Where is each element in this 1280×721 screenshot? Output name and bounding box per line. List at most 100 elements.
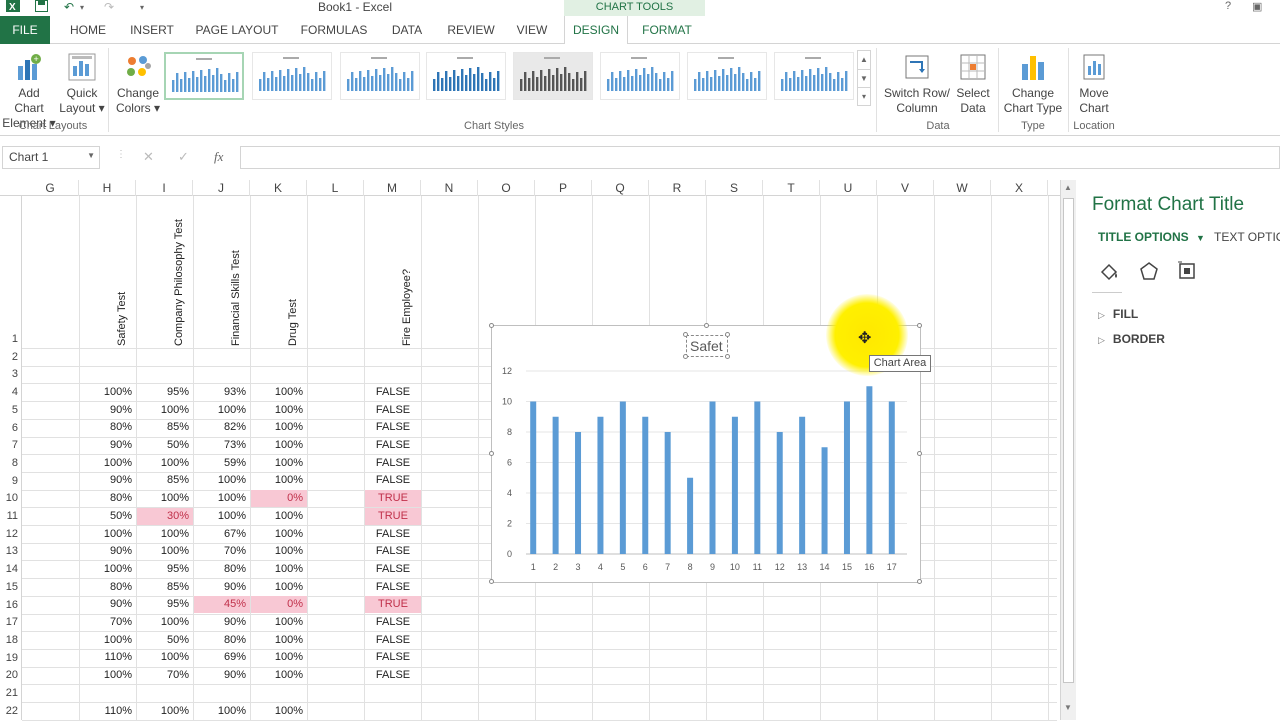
tab-home[interactable]: HOME (62, 16, 114, 44)
row-header-5[interactable]: 5 (0, 404, 20, 416)
row-header-6[interactable]: 6 (0, 422, 20, 434)
row-header-2[interactable]: 2 (0, 351, 20, 363)
cell-h12[interactable]: 100% (80, 526, 136, 543)
header-cell-j[interactable]: Financial Skills Test (230, 200, 242, 346)
cell-j13[interactable]: 70% (194, 543, 250, 560)
cell-j18[interactable]: 80% (194, 632, 250, 649)
cell-h7[interactable]: 90% (80, 437, 136, 454)
cell-j10[interactable]: 100% (194, 490, 250, 507)
cell-h8[interactable]: 100% (80, 455, 136, 472)
cell-m5[interactable]: FALSE (365, 402, 421, 419)
formula-input[interactable] (240, 146, 1280, 169)
tab-file[interactable]: FILE (0, 16, 50, 44)
cell-j16[interactable]: 45% (194, 596, 250, 614)
cell-k4[interactable]: 100% (251, 384, 307, 401)
header-cell-k[interactable]: Drug Test (287, 200, 299, 346)
cell-h13[interactable]: 90% (80, 543, 136, 560)
tab-page-layout[interactable]: PAGE LAYOUT (192, 16, 282, 44)
cell-k19[interactable]: 100% (251, 649, 307, 666)
cell-k14[interactable]: 100% (251, 561, 307, 578)
chart-bar[interactable] (799, 416, 806, 554)
row-header-21[interactable]: 21 (0, 687, 20, 699)
cell-h20[interactable]: 100% (80, 667, 136, 684)
cell-h11[interactable]: 50% (80, 508, 136, 525)
gallery-up-icon[interactable]: ▲ (858, 51, 870, 69)
row-header-3[interactable]: 3 (0, 368, 20, 380)
chart-style-thumb[interactable] (687, 52, 767, 100)
row-header-13[interactable]: 13 (0, 545, 20, 557)
row-header-1[interactable]: 1 (0, 333, 20, 345)
tab-text-options[interactable]: TEXT OPTIONS (1214, 230, 1280, 244)
chart-bar[interactable] (866, 386, 873, 554)
cell-i12[interactable]: 100% (137, 526, 193, 543)
cell-k6[interactable]: 100% (251, 419, 307, 436)
cell-k9[interactable]: 100% (251, 472, 307, 489)
gallery-scroll-buttons[interactable]: ▲ ▼ ▾ (857, 50, 871, 106)
cell-i4[interactable]: 95% (137, 384, 193, 401)
fill-line-icon[interactable] (1098, 260, 1120, 285)
cell-m8[interactable]: FALSE (365, 455, 421, 472)
name-box-dropdown-icon[interactable]: ▼ (87, 151, 95, 160)
select-data-button[interactable]: Select Data (952, 48, 994, 116)
ribbon-display-icon[interactable]: ▣ (1252, 0, 1262, 13)
cell-k16[interactable]: 0% (251, 596, 307, 614)
chart-bar[interactable] (642, 416, 649, 554)
section-fill[interactable]: ▷ FILL (1098, 307, 1138, 321)
column-header-x[interactable]: X (991, 180, 1048, 196)
cell-h10[interactable]: 80% (80, 490, 136, 507)
name-box[interactable]: Chart 1 ▼ (2, 146, 100, 169)
cell-i7[interactable]: 50% (137, 437, 193, 454)
scroll-up-icon[interactable]: ▲ (1064, 183, 1072, 192)
cell-m13[interactable]: FALSE (365, 543, 421, 560)
cell-h15[interactable]: 80% (80, 579, 136, 596)
gallery-down-icon[interactable]: ▼ (858, 69, 870, 87)
column-header-k[interactable]: K (250, 180, 307, 196)
column-header-h[interactable]: H (79, 180, 136, 196)
chart-bar[interactable] (731, 416, 738, 554)
gallery-more-icon[interactable]: ▾ (858, 87, 870, 105)
column-header-r[interactable]: R (649, 180, 706, 196)
column-header-n[interactable]: N (421, 180, 478, 196)
cell-j8[interactable]: 59% (194, 455, 250, 472)
cell-m15[interactable]: FALSE (365, 579, 421, 596)
cell-i17[interactable]: 100% (137, 614, 193, 631)
size-properties-icon[interactable] (1176, 260, 1198, 285)
column-header-l[interactable]: L (307, 180, 364, 196)
switch-row-column-button[interactable]: Switch Row/ Column (882, 48, 952, 116)
chart-bar[interactable] (843, 401, 850, 555)
row-header-8[interactable]: 8 (0, 457, 20, 469)
scroll-down-icon[interactable]: ▼ (1064, 703, 1072, 712)
column-header-w[interactable]: W (934, 180, 991, 196)
cell-j22[interactable]: 100% (194, 703, 250, 720)
cell-k15[interactable]: 100% (251, 579, 307, 596)
vertical-scrollbar[interactable]: ▲ ▼ (1060, 180, 1076, 720)
column-header-v[interactable]: V (877, 180, 934, 196)
row-header-10[interactable]: 10 (0, 492, 20, 504)
scrollbar-thumb[interactable] (1063, 198, 1074, 683)
tab-data[interactable]: DATA (384, 16, 430, 44)
row-header-16[interactable]: 16 (0, 599, 20, 611)
column-header-q[interactable]: Q (592, 180, 649, 196)
cell-m18[interactable]: FALSE (365, 632, 421, 649)
chart-bar[interactable] (552, 416, 559, 554)
tab-design[interactable]: DESIGN (564, 16, 628, 45)
cell-i11[interactable]: 30% (137, 507, 193, 525)
header-cell-i[interactable]: Company Philosophy Test (173, 200, 185, 346)
cell-m7[interactable]: FALSE (365, 437, 421, 454)
cell-k22[interactable]: 100% (251, 703, 307, 720)
chart-style-thumb[interactable] (340, 52, 420, 100)
title-handle[interactable] (725, 354, 730, 359)
cell-h6[interactable]: 80% (80, 419, 136, 436)
row-header-17[interactable]: 17 (0, 616, 20, 628)
cell-i6[interactable]: 85% (137, 419, 193, 436)
tab-view[interactable]: VIEW (510, 16, 554, 44)
add-chart-element-button[interactable]: + Add Chart Element ▾ (2, 48, 56, 131)
change-chart-type-button[interactable]: Change Chart Type (1002, 48, 1064, 116)
change-colors-button[interactable]: Change Colors ▾ (112, 48, 164, 116)
cancel-icon[interactable]: ✕ (143, 149, 154, 165)
row-header-18[interactable]: 18 (0, 634, 20, 646)
cell-k18[interactable]: 100% (251, 632, 307, 649)
cell-i14[interactable]: 95% (137, 561, 193, 578)
chart-bar[interactable] (575, 432, 582, 554)
cell-j11[interactable]: 100% (194, 508, 250, 525)
